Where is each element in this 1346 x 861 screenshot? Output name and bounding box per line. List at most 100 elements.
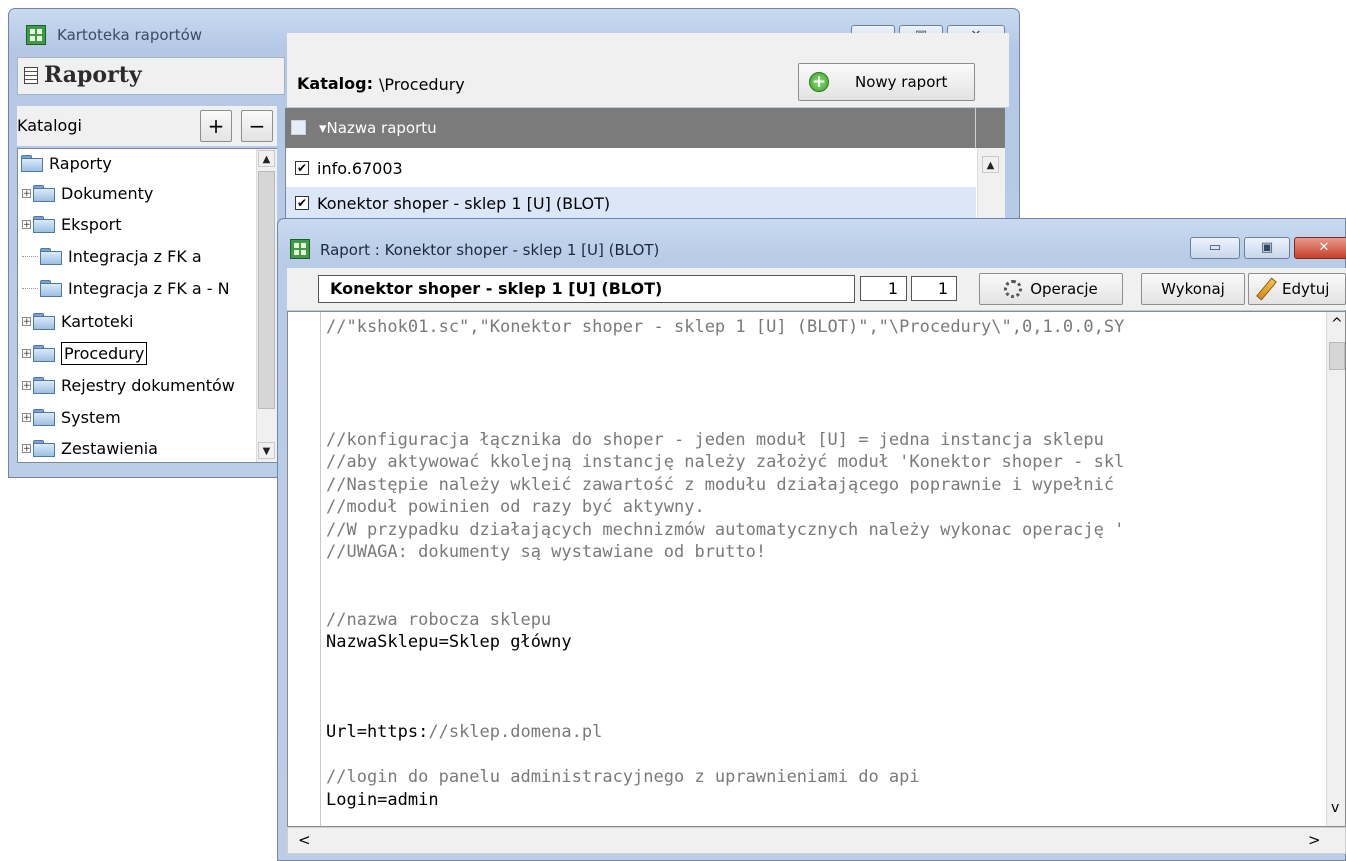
report-name: Konektor shoper - sklep 1 [U] (BLOT)	[317, 193, 611, 213]
report-icon	[24, 67, 38, 84]
expand-icon[interactable]: +	[22, 188, 31, 198]
report-close-button[interactable]: ✕	[1294, 237, 1346, 259]
editor-horizontal-scrollbar[interactable]: < >	[287, 827, 1346, 854]
scroll-right-icon[interactable]: >	[1308, 831, 1321, 849]
report-list: ✔ info.67003 ✔ Konektor shoper - sklep 1 [U…	[285, 148, 1005, 228]
report-app-icon	[290, 239, 310, 259]
window-title: Kartoteka raportów	[57, 26, 203, 44]
add-icon: +	[809, 72, 829, 92]
tree-item-label: Zestawienia	[61, 438, 158, 458]
folder-icon	[33, 345, 55, 362]
expand-icon[interactable]: +	[22, 348, 31, 358]
plus-icon: +	[207, 114, 225, 138]
folder-icon	[33, 440, 55, 457]
code-editor[interactable]: //"kshok01.sc","Konektor shoper - sklep …	[287, 311, 1346, 827]
select-all-checkbox[interactable]	[291, 120, 306, 135]
code-line: //nazwa robocza sklepu	[326, 609, 552, 630]
tree-item[interactable]: Raporty	[21, 150, 112, 176]
tree-line-icon	[22, 287, 38, 289]
code-line: //login do panelu administracyjnego z up…	[326, 767, 920, 787]
folder-icon	[40, 248, 62, 265]
report-title-bar[interactable]: Raport : Konektor shoper - sklep 1 [U] (…	[278, 219, 1346, 259]
code-line: Login=admin	[326, 789, 439, 810]
expand-icon[interactable]: +	[22, 380, 31, 390]
tree-item[interactable]: Integracja z FK a	[22, 243, 202, 269]
scroll-up-arrow-icon[interactable]: ▲	[258, 150, 275, 167]
code-line: Url=https://sklep.domena.pl	[326, 721, 602, 743]
column-divider	[975, 108, 976, 148]
app-icon	[26, 25, 46, 45]
folder-icon	[33, 216, 55, 233]
operacje-label: Operacje	[1030, 280, 1098, 298]
report-name: info.67003	[317, 158, 403, 178]
katalog-path: \Procedury	[379, 75, 465, 94]
tree-item-label: Raporty	[49, 153, 112, 173]
new-report-button[interactable]: + Nowy raport	[798, 63, 975, 101]
code-line: NazwaSklepu=Sklep główny	[326, 632, 572, 652]
tree-scrollbar[interactable]: ▲ ▼	[256, 149, 277, 462]
scroll-up-icon[interactable]: ^	[1331, 316, 1343, 332]
report-minimize-button[interactable]: ▭	[1190, 237, 1240, 259]
remove-catalog-button[interactable]: −	[241, 110, 273, 142]
report-maximize-button[interactable]: ▣	[1244, 237, 1290, 259]
folder-icon	[40, 280, 62, 297]
tree-line-icon	[22, 255, 38, 257]
edytuj-button[interactable]: Edytuj	[1248, 273, 1346, 305]
expand-icon[interactable]: +	[22, 412, 31, 422]
editor-scroll-thumb[interactable]	[1329, 342, 1345, 370]
folder-icon	[33, 409, 55, 426]
code-value: //sklep.domena.pl	[428, 722, 603, 742]
folder-icon	[33, 313, 55, 330]
minus-icon: −	[248, 114, 266, 138]
report-name-field[interactable]: Konektor shoper - sklep 1 [U] (BLOT)	[318, 275, 855, 303]
code-line: //konfiguracja łącznika do shoper - jede…	[326, 429, 1104, 450]
wykonaj-button[interactable]: Wykonaj	[1141, 273, 1245, 305]
report-list-header[interactable]: ▾Nazwa raportu	[285, 108, 1005, 148]
add-catalog-button[interactable]: +	[200, 110, 232, 142]
close-icon: ✕	[1318, 240, 1330, 255]
tree-item-label: Dokumenty	[61, 183, 154, 203]
operacje-button[interactable]: Operacje	[979, 273, 1123, 305]
editor-vertical-scrollbar[interactable]: ^ v	[1326, 312, 1345, 826]
report-checkbox[interactable]: ✔	[295, 161, 309, 175]
page-field-a[interactable]: 1	[860, 276, 907, 301]
tree-item[interactable]: + Kartoteki	[22, 308, 133, 334]
expand-icon[interactable]: +	[22, 443, 31, 453]
tree-item-label: Procedury	[61, 341, 148, 365]
page-field-b[interactable]: 1	[911, 276, 957, 301]
tree-item-label: Integracja z FK a - N	[68, 278, 230, 298]
katalogi-label: Katalogi	[17, 116, 82, 135]
folder-icon	[33, 377, 55, 394]
report-checkbox[interactable]: ✔	[295, 196, 309, 210]
editor-gutter-line	[320, 312, 321, 826]
tree-item[interactable]: + Zestawienia	[22, 435, 158, 461]
scroll-left-icon[interactable]: <	[298, 831, 311, 849]
list-scroll-up-icon[interactable]: ▲	[982, 156, 999, 173]
tree-item[interactable]: Integracja z FK a - N	[22, 275, 230, 301]
maximize-icon: ▣	[1260, 240, 1274, 255]
list-scrollbar[interactable]: ▲	[977, 148, 1005, 228]
scroll-down-arrow-icon[interactable]: ▼	[258, 442, 275, 459]
expand-icon[interactable]: +	[22, 219, 31, 229]
report-toolbar: Konektor shoper - sklep 1 [U] (BLOT) 1 1…	[287, 268, 1346, 310]
tree-item[interactable]: + System	[22, 404, 121, 430]
wykonaj-label: Wykonaj	[1161, 280, 1225, 298]
tree-item[interactable]: + Dokumenty	[22, 180, 153, 206]
tree-item[interactable]: + Eksport	[22, 211, 122, 237]
scroll-down-icon[interactable]: v	[1331, 800, 1339, 816]
code-line: //W przypadku działających mechnizmów au…	[326, 519, 1125, 540]
scroll-thumb[interactable]	[258, 171, 275, 409]
column-header-nazwa[interactable]: ▾Nazwa raportu	[319, 119, 437, 137]
report-window-title: Raport : Konektor shoper - sklep 1 [U] (…	[320, 241, 660, 259]
tree-item[interactable]: + Rejestry dokumentów	[22, 372, 235, 398]
tree-item[interactable]: + Procedury	[22, 340, 148, 366]
folder-icon	[33, 185, 55, 202]
tree-item-label: Eksport	[61, 214, 122, 234]
report-row[interactable]: ✔ info.67003	[286, 152, 976, 184]
code-key: Url=https:	[326, 722, 429, 742]
code-line: //Następie należy wkleić zawartość z mod…	[326, 474, 1115, 495]
expand-icon[interactable]: +	[22, 316, 31, 326]
minimize-icon: ▭	[1208, 240, 1222, 255]
catalog-tree: Raporty + Dokumenty + Eksport Integracja z FK…	[17, 148, 277, 463]
report-row[interactable]: ✔ Konektor shoper - sklep 1 [U] (BLOT)	[286, 187, 976, 219]
